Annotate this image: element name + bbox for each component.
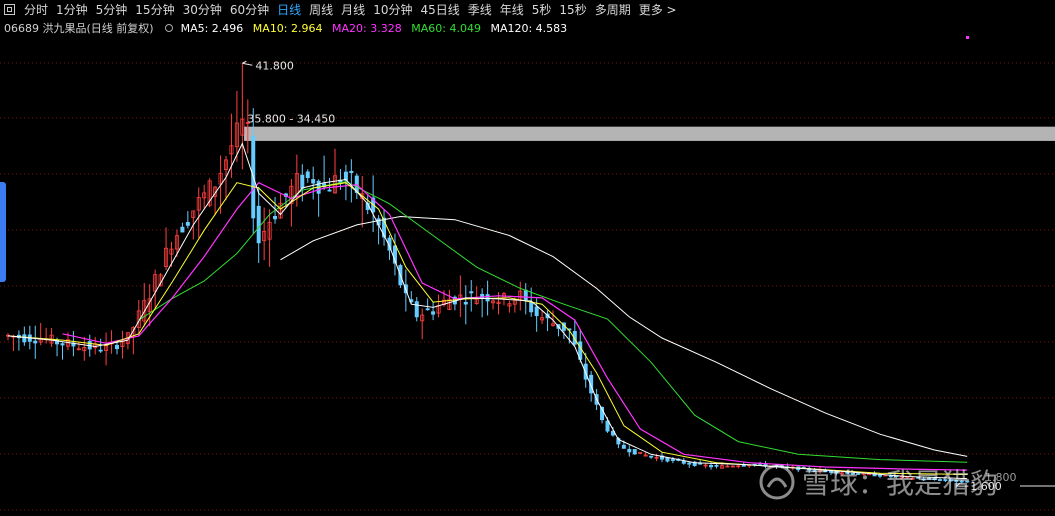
candle-body (414, 301, 419, 318)
candle-body (714, 464, 719, 467)
candle-body (681, 460, 686, 464)
candle-body (485, 294, 490, 302)
price-band-highlight (244, 126, 1055, 141)
candle-body (649, 455, 654, 458)
candlestick-chart[interactable]: 35.800 - 34.450 41.800 1.600 1.800 (0, 0, 1055, 516)
candle-body (305, 171, 310, 178)
high-arrow-icon (242, 60, 253, 66)
candle-body (665, 457, 670, 462)
candle-body (349, 170, 354, 173)
candle-body (621, 444, 626, 449)
candle-body (22, 334, 27, 343)
candle-body (343, 171, 348, 181)
candle-body (627, 448, 632, 453)
watermark: 雪球：我是猎豹 (758, 462, 998, 502)
candle-body (463, 301, 468, 305)
ma10-line (7, 182, 968, 475)
candle-body (98, 349, 103, 352)
watermark-text: 雪球：我是猎豹 (802, 467, 999, 500)
candle-body (33, 340, 38, 344)
candle-body (311, 179, 316, 184)
candle-body (180, 226, 185, 233)
candle-body (670, 459, 675, 461)
candle-body (709, 464, 714, 468)
side-panel-tab[interactable] (0, 182, 6, 282)
candle-body (523, 289, 528, 301)
marker-dot (966, 36, 969, 39)
candle-body (529, 302, 534, 313)
candle-body (256, 205, 261, 244)
candle-body (327, 189, 332, 192)
candle-body (273, 215, 278, 220)
candle-body (431, 311, 436, 315)
candle-body (185, 222, 190, 226)
snowball-logo-icon (759, 464, 795, 500)
candle-body (605, 420, 610, 432)
candle-body (469, 291, 474, 294)
candle-body (115, 344, 120, 350)
candle-body (60, 343, 65, 346)
candle-body (425, 308, 430, 311)
ma20-line (62, 181, 968, 471)
candle-body (632, 449, 637, 455)
ma120-line (280, 215, 968, 457)
candle-body (300, 174, 305, 189)
candle-body (534, 306, 539, 317)
candle-body (741, 464, 746, 467)
candle-body (687, 462, 692, 465)
high-price-label: 41.800 (255, 59, 294, 72)
band-label: 35.800 - 34.450 (247, 113, 335, 126)
